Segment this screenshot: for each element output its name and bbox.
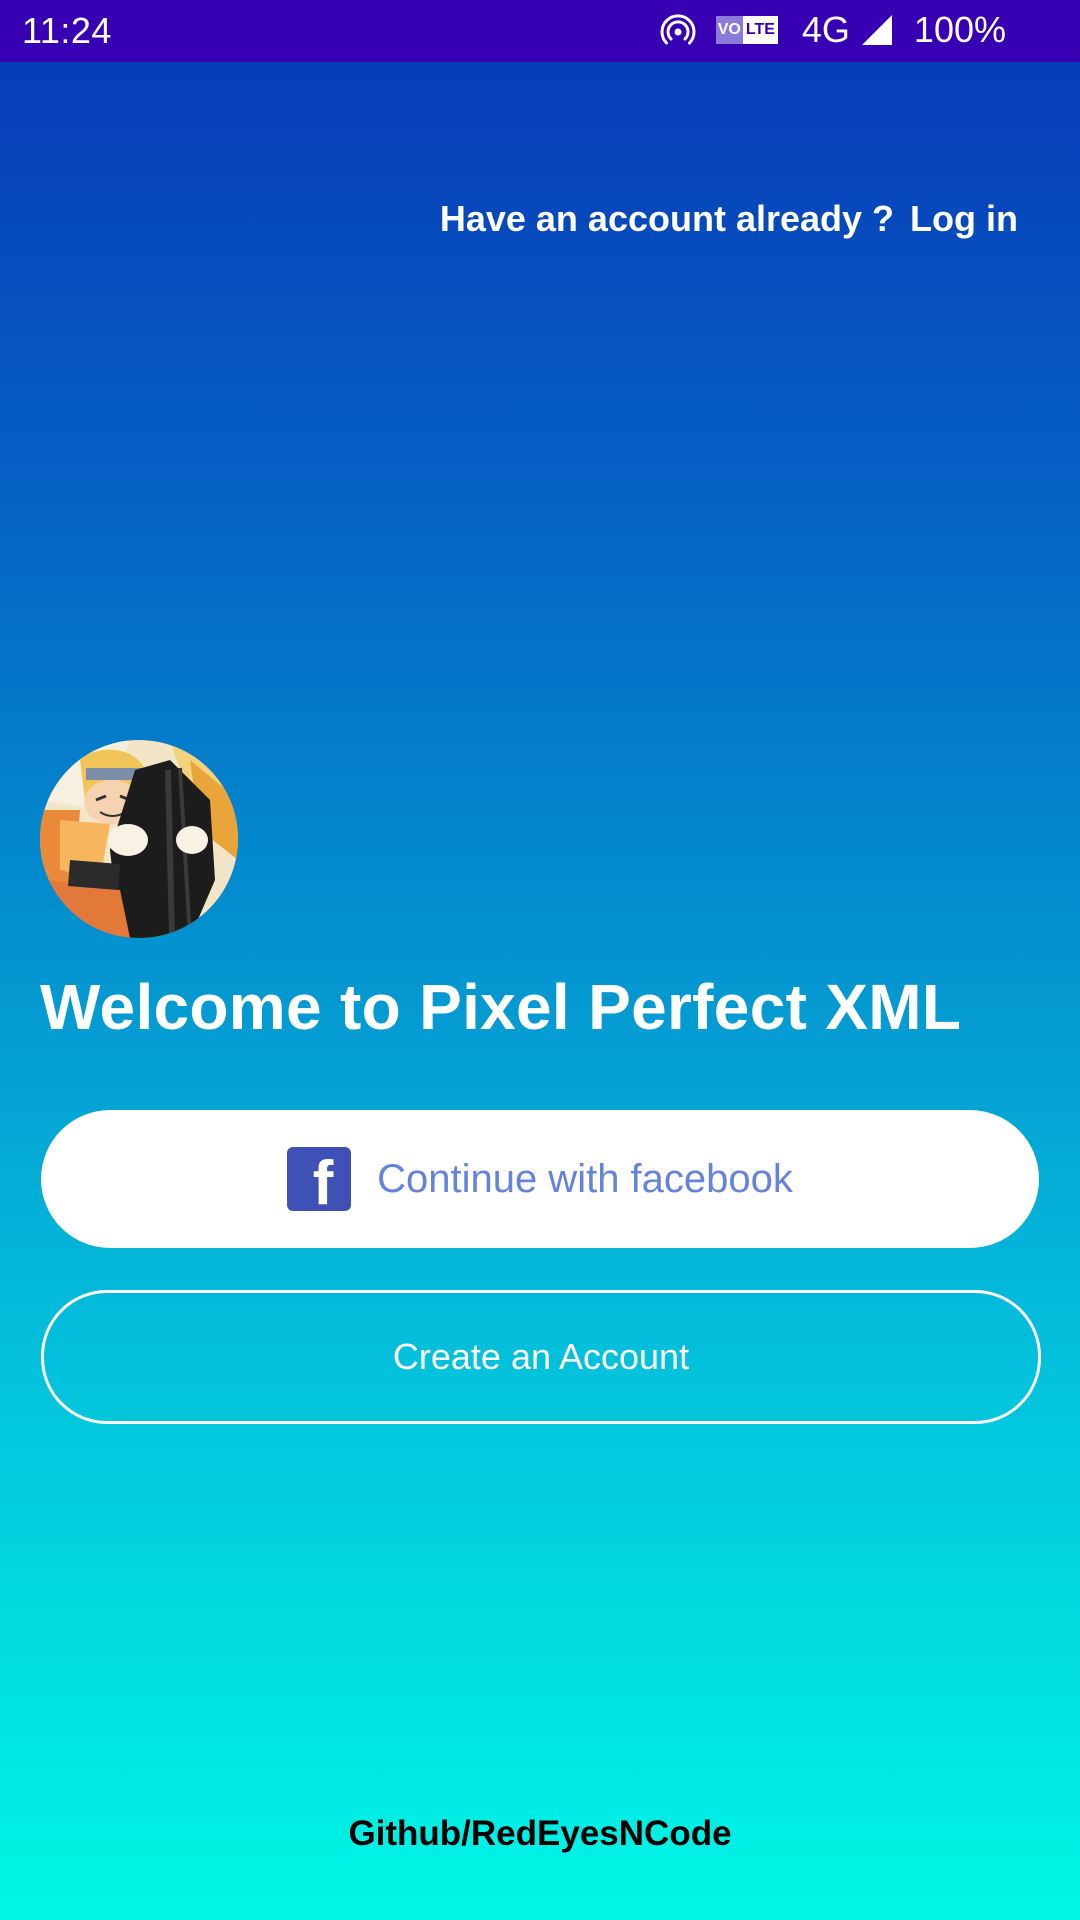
page-title: Welcome to Pixel Perfect XML bbox=[40, 971, 962, 1043]
login-prompt: Have an account already ? bbox=[439, 198, 895, 239]
anime-character-avatar-icon bbox=[40, 740, 238, 938]
welcome-screen: 11:24 VO LTE 4G 100% Have an account alr… bbox=[0, 0, 1080, 1920]
hotspot-icon bbox=[660, 14, 696, 45]
create-account-button[interactable]: Create an Account bbox=[41, 1290, 1041, 1424]
volte-prefix: VO bbox=[715, 16, 743, 44]
facebook-button-label: Continue with facebook bbox=[377, 1156, 793, 1201]
status-time: 11:24 bbox=[22, 10, 112, 51]
facebook-icon: f bbox=[287, 1147, 352, 1211]
network-type: 4G bbox=[801, 9, 850, 50]
footer-credit: Github/RedEyesNCode bbox=[348, 1814, 732, 1853]
volte-suffix: LTE bbox=[742, 16, 778, 44]
battery-level: 100% bbox=[913, 9, 1006, 50]
continue-with-facebook-button[interactable]: f Continue with facebook bbox=[41, 1110, 1039, 1248]
signal-icon bbox=[861, 15, 892, 45]
create-account-label: Create an Account bbox=[392, 1336, 690, 1377]
status-icons: VO LTE 4G 100% bbox=[660, 8, 1006, 52]
avatar bbox=[40, 740, 238, 938]
volte-icon: VO LTE bbox=[715, 16, 778, 44]
login-row: Have an account already ? Log in bbox=[440, 198, 1018, 240]
login-link[interactable]: Log in bbox=[910, 198, 1018, 240]
status-bar: 11:24 VO LTE 4G 100% bbox=[0, 0, 1080, 62]
